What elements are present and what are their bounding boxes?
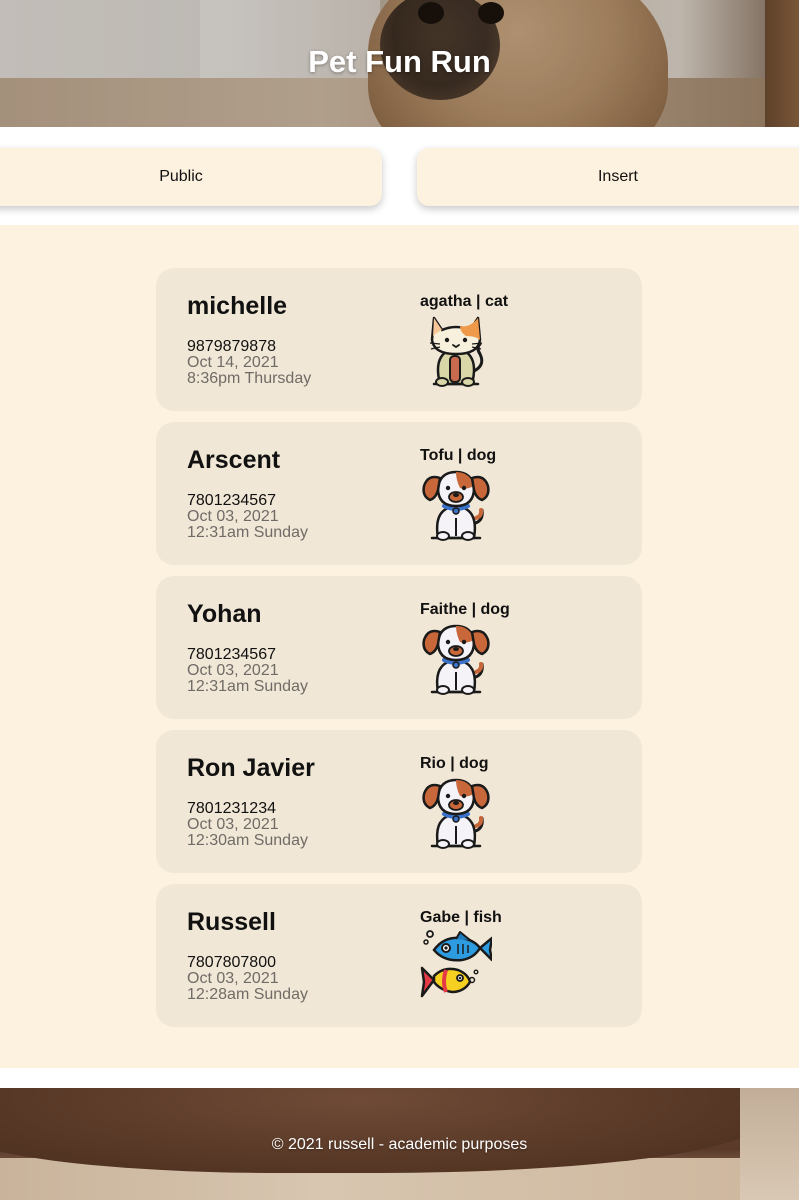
pet-label: Faithe | dog <box>420 601 510 618</box>
pet-label: Rio | dog <box>420 755 489 772</box>
dog-icon <box>422 778 490 849</box>
pet-label: Tofu | dog <box>420 447 497 464</box>
owner-name: michelle <box>187 292 288 320</box>
public-button[interactable]: Public <box>0 148 382 206</box>
cat-icon <box>429 316 484 387</box>
insert-button[interactable]: Insert <box>417 148 799 206</box>
pet-label: Gabe | fish <box>420 909 502 926</box>
header-banner: Pet Fun Run <box>0 0 799 127</box>
entry-time: 12:30am Sunday <box>187 832 308 849</box>
entry-time: 12:31am Sunday <box>187 678 308 695</box>
entry-card: Ron Javier 7801231234 Oct 03, 2021 12:30… <box>156 730 642 873</box>
owner-name: Arscent <box>187 446 281 474</box>
owner-name: Ron Javier <box>187 754 315 782</box>
entry-time: 8:36pm Thursday <box>187 370 312 387</box>
footer-copyright: © 2021 russell - academic purposes <box>271 1136 528 1153</box>
entry-card: Arscent 7801234567 Oct 03, 2021 12:31am … <box>156 422 642 565</box>
dog-icon <box>422 470 490 541</box>
owner-name: Russell <box>187 908 276 936</box>
owner-name: Yohan <box>187 600 262 628</box>
pet-label: agatha | cat <box>420 293 509 310</box>
entry-time: 12:31am Sunday <box>187 524 308 541</box>
footer-banner: © 2021 russell - academic purposes <box>0 1088 799 1200</box>
entries-list: michelle 9879879878 Oct 14, 2021 8:36pm … <box>0 225 799 1068</box>
entry-time: 12:28am Sunday <box>187 986 308 1003</box>
entry-card: Yohan 7801234567 Oct 03, 2021 12:31am Su… <box>156 576 642 719</box>
page-title: Pet Fun Run <box>308 44 491 79</box>
entry-card: michelle 9879879878 Oct 14, 2021 8:36pm … <box>156 268 642 411</box>
entry-card: Russell 7807807800 Oct 03, 2021 12:28am … <box>156 884 642 1027</box>
dog-icon <box>422 624 490 695</box>
fish-icon <box>420 930 492 998</box>
